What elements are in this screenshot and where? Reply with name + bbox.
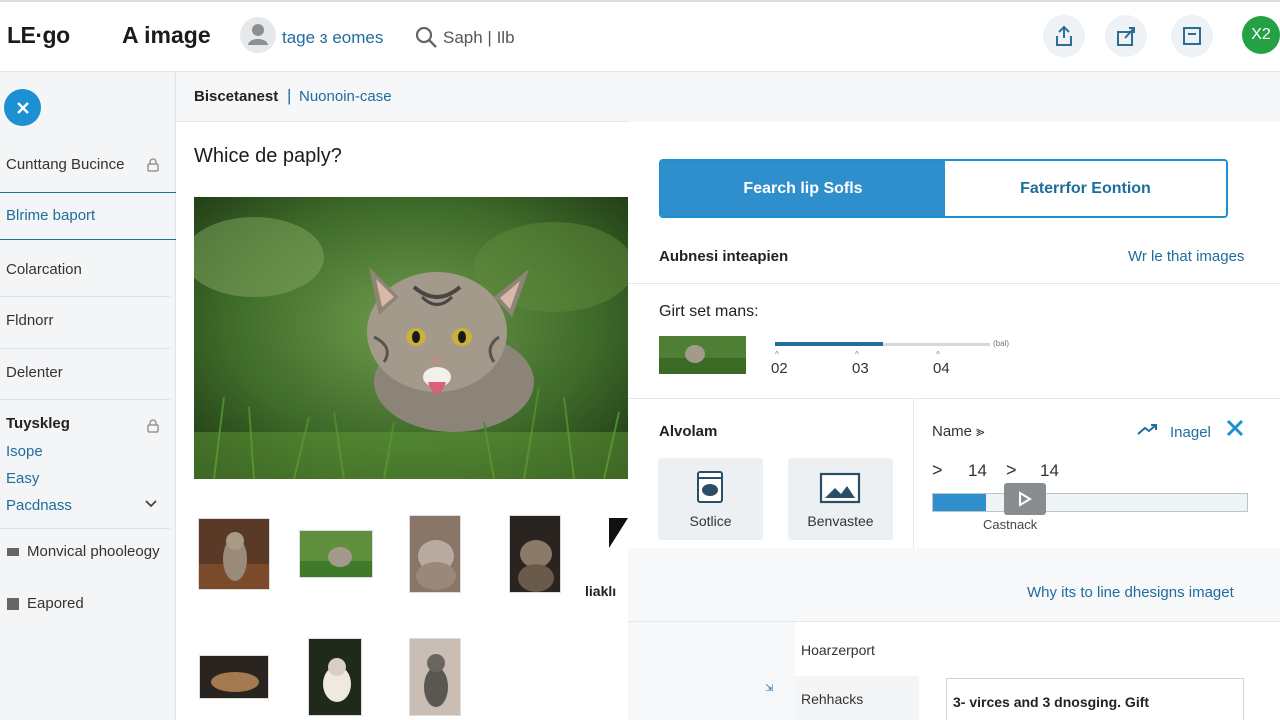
play-icon — [1019, 491, 1032, 507]
help-link[interactable]: Why its to line dhesigns imaget — [1027, 584, 1234, 601]
sidebar-item-blrime[interactable]: Blrime baport — [0, 207, 175, 224]
sidebar-item-monvical[interactable]: Monvical phooleogy — [0, 543, 175, 560]
gift-progress — [775, 342, 990, 348]
thumbnail[interactable] — [509, 515, 561, 593]
sidebar-item-eapored[interactable]: Eapored — [0, 595, 175, 612]
slider-fill — [933, 494, 987, 511]
sidebar-item-label: Cunttang Bucince — [6, 156, 125, 173]
tick-label: 03 — [852, 360, 869, 377]
divider — [913, 399, 914, 548]
save-button[interactable] — [1171, 15, 1213, 57]
link-icon[interactable]: ⇲ — [765, 683, 773, 694]
segment-left[interactable]: Fearch lip Sofls — [661, 161, 945, 216]
play-button[interactable] — [1004, 483, 1046, 515]
section-title: Aubnesi inteapien — [659, 248, 789, 265]
share-icon — [1056, 25, 1072, 46]
main-image[interactable] — [194, 197, 628, 479]
sidebar-item-delenter[interactable]: Delenter — [0, 364, 175, 381]
thumbnail[interactable] — [409, 638, 461, 716]
washer-icon — [696, 470, 724, 504]
divider — [0, 399, 170, 400]
user-icon — [248, 24, 268, 45]
avatar[interactable] — [240, 17, 276, 53]
media-slider[interactable] — [932, 493, 1248, 512]
divider — [628, 283, 1280, 284]
close-icon — [16, 101, 29, 114]
sidebar-item-label: Fldnorr — [6, 312, 54, 329]
name-label: Name ⪢ — [932, 423, 985, 440]
output-text: 3- virces and 3 dnosging. Gift — [953, 694, 1150, 710]
tick-label: 02 — [771, 360, 788, 377]
divider — [0, 296, 170, 297]
sidebar-item-fldnorr[interactable]: Fldnorr — [0, 312, 175, 329]
page-title: A image — [122, 22, 211, 48]
value-text: > — [932, 460, 943, 480]
export-button[interactable] — [1105, 15, 1147, 57]
user-avatar-badge[interactable]: X2 — [1242, 16, 1280, 54]
thumbnail[interactable] — [198, 518, 270, 590]
divider — [628, 398, 1280, 399]
breadcrumb-item[interactable]: Biscetanest — [194, 88, 278, 105]
search-input[interactable]: Saph | Ilb — [443, 28, 515, 48]
progress-fill — [775, 342, 883, 346]
tile-label: Benvastee — [807, 513, 874, 529]
lock-icon — [146, 158, 160, 172]
thumbnail[interactable] — [308, 638, 362, 716]
tile-label: Sotlice — [689, 513, 732, 529]
image-caption: liaklı — [585, 583, 617, 599]
question-heading: Whice de paply? — [194, 145, 342, 167]
close-button[interactable] — [4, 89, 41, 126]
divider — [0, 239, 176, 240]
value-text: > — [1006, 460, 1017, 480]
trend-icon[interactable] — [1136, 422, 1158, 438]
divider — [0, 192, 176, 193]
section-link[interactable]: Wr le that images — [1128, 248, 1244, 265]
sidebar-subitem-isope[interactable]: Isope — [0, 443, 175, 460]
image-link[interactable]: Inagel — [1170, 424, 1211, 441]
thumbnail[interactable] — [409, 515, 461, 593]
sidebar-subitem-easy[interactable]: Easy — [0, 470, 175, 487]
export-icon — [1117, 27, 1135, 46]
profile-link[interactable]: tage ɜ eomes — [282, 28, 383, 48]
chevron-down-icon[interactable] — [144, 498, 158, 510]
thumbnail[interactable] — [299, 530, 373, 578]
sidebar-item-label: Blrime baport — [6, 207, 96, 224]
value-text: 14 — [1040, 461, 1059, 480]
app-logo[interactable]: LE·go — [7, 22, 70, 49]
image-icon — [819, 472, 861, 504]
divider — [0, 348, 170, 349]
segment-right[interactable]: Faterrfor Eontion — [945, 161, 1226, 216]
tick-label: 04 — [933, 360, 950, 377]
search-icon[interactable] — [414, 25, 438, 49]
thumbnail[interactable] — [609, 518, 628, 548]
divider — [0, 528, 170, 529]
sidebar-item-label: Colarcation — [6, 261, 82, 278]
alvolam-title: Alvolam — [659, 423, 718, 440]
gift-thumbnail[interactable] — [659, 336, 746, 374]
breadcrumb-separator: | — [287, 86, 292, 105]
list-item[interactable]: Hoarzerport — [801, 642, 875, 658]
list-item[interactable]: Rehhacks — [801, 691, 863, 707]
sidebar-item-colarcation[interactable]: Colarcation — [0, 261, 175, 278]
sidebar-item-label: Delenter — [6, 364, 63, 381]
slider-caption: Castnack — [983, 517, 1038, 532]
value-text: 14 — [968, 461, 987, 480]
progress-end-label: (bal) — [993, 339, 1010, 348]
segmented-control: Fearch lip Sofls Faterrfor Eontion — [659, 159, 1228, 218]
lock-icon — [146, 419, 160, 433]
close-icon[interactable] — [1225, 418, 1245, 438]
save-icon — [1183, 27, 1201, 45]
share-button[interactable] — [1043, 15, 1085, 57]
breadcrumb-item[interactable]: Nuonoin-case — [299, 88, 392, 105]
thumbnail[interactable] — [199, 655, 269, 699]
gift-title: Girt set mans: — [659, 303, 759, 320]
